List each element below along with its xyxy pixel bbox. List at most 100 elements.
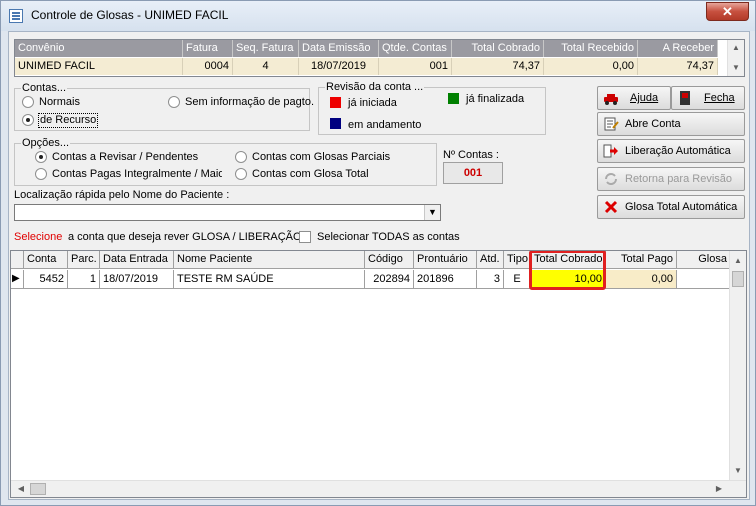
grid-cell-conta[interactable]: 5452 <box>24 270 68 289</box>
cell-total-recebido[interactable]: 0,00 <box>544 58 638 75</box>
label-de-recurso[interactable]: de Recurso <box>38 113 99 128</box>
radio-sem-informacao[interactable] <box>168 96 180 108</box>
liberacao-automatica-button[interactable]: Liberação Automática <box>597 139 745 163</box>
cell-a-receber[interactable]: 74,37 <box>638 58 718 75</box>
opcoes-group-title: Opções... <box>21 137 71 149</box>
grid-scroll-down-icon[interactable]: ▼ <box>730 463 746 479</box>
select-all-checkbox[interactable] <box>299 231 311 243</box>
nconta-value: 001 <box>443 162 503 184</box>
legend-em-andamento: em andamento <box>348 119 422 131</box>
ajuda-button[interactable]: Ajuda <box>597 86 671 110</box>
grid-header-data-entrada[interactable]: Data Entrada <box>100 251 174 269</box>
cell-qtde-contas[interactable]: 001 <box>379 58 452 75</box>
radio-de-recurso[interactable] <box>22 114 34 126</box>
grid-cell-atd[interactable]: 3 <box>477 270 504 289</box>
legend-ja-finalizada: já finalizada <box>466 93 525 105</box>
liberacao-automatica-label: Liberação Automática <box>625 145 731 157</box>
nconta-label: Nº Contas : <box>443 149 499 161</box>
glosa-total-button[interactable]: Glosa Total Automática <box>597 195 745 219</box>
localizacao-combobox[interactable]: ▼ <box>14 204 441 221</box>
legend-red-swatch <box>330 97 341 108</box>
label-contas-revisar[interactable]: Contas a Revisar / Pendentes <box>52 151 198 164</box>
cell-seq-fatura[interactable]: 4 <box>233 58 299 75</box>
grid-header-nome-paciente[interactable]: Nome Paciente <box>174 251 365 269</box>
door-exit-icon <box>680 91 690 105</box>
radio-glosas-parciais[interactable] <box>235 151 247 163</box>
header-qtde-contas: Qtde. Contas <box>379 40 452 57</box>
grid-cell-prontuario[interactable]: 201896 <box>414 270 477 289</box>
grid-cell-data-entrada[interactable]: 18/07/2019 <box>100 270 174 289</box>
grid-header-prontuario[interactable]: Prontuário <box>414 251 477 269</box>
radio-normais[interactable] <box>22 96 34 108</box>
arrow-release-icon <box>603 144 618 158</box>
chevron-down-icon[interactable]: ▼ <box>424 205 440 220</box>
grid-cell-nome-paciente[interactable]: TESTE RM SAÚDE <box>174 270 365 289</box>
select-all-label[interactable]: Selecionar TODAS as contas <box>317 231 460 244</box>
grid-cell-glosa[interactable] <box>677 270 731 289</box>
legend-ja-iniciada: já iniciada <box>348 97 397 109</box>
refresh-icon <box>605 173 617 185</box>
fatura-summary-table: Convênio Fatura Seq. Fatura Data Emissão… <box>14 39 745 77</box>
grid-cell-tipo[interactable]: E <box>504 270 531 289</box>
radio-glosa-total[interactable] <box>235 168 247 180</box>
grid-cell-total-pago[interactable]: 0,00 <box>606 270 677 289</box>
cell-total-cobrado[interactable]: 74,37 <box>452 58 544 75</box>
title-bar[interactable]: Controle de Glosas - UNIMED FACIL ✕ <box>1 1 755 31</box>
instruction-text: a conta que deseja rever GLOSA / LIBERAÇ… <box>68 231 305 243</box>
grid-header-total-pago[interactable]: Total Pago <box>606 251 677 269</box>
header-seq-fatura: Seq. Fatura <box>233 40 299 57</box>
legend-blue-swatch <box>330 118 341 129</box>
header-convenio: Convênio <box>15 40 183 57</box>
label-normais[interactable]: Normais <box>39 96 80 109</box>
selecione-label: Selecione <box>14 231 63 243</box>
car-icon <box>604 94 618 105</box>
scroll-down-icon[interactable]: ▼ <box>728 60 744 76</box>
scroll-up-icon[interactable]: ▲ <box>728 40 744 56</box>
grid-horizontal-scrollbar[interactable]: ◀ ▶ <box>11 480 746 497</box>
grid-header-codigo[interactable]: Código <box>365 251 414 269</box>
grid-header-conta[interactable]: Conta <box>24 251 68 269</box>
abre-conta-label: Abre Conta <box>625 118 681 130</box>
contas-grid: Conta Parc. Data Entrada Nome Paciente C… <box>10 250 747 498</box>
window-title: Controle de Glosas - UNIMED FACIL <box>31 8 229 22</box>
label-glosa-total[interactable]: Contas com Glosa Total <box>252 168 369 181</box>
grid-vertical-scrollbar[interactable]: ▲ ▼ <box>729 251 746 480</box>
radio-contas-revisar[interactable] <box>35 151 47 163</box>
radio-pagas-integralmente[interactable] <box>35 168 47 180</box>
contas-group-title: Contas... <box>21 82 68 94</box>
cell-convenio[interactable]: UNIMED FACIL <box>15 58 183 75</box>
grid-header-glosa[interactable]: Glosa <box>677 251 731 269</box>
abre-conta-button[interactable]: Abre Conta <box>597 112 745 136</box>
row-indicator-icon[interactable]: ▶ <box>11 270 24 289</box>
retorna-revisao-button[interactable]: Retorna para Revisão <box>597 167 745 191</box>
label-glosas-parciais[interactable]: Contas com Glosas Parciais <box>252 151 390 164</box>
header-data-emissao: Data Emissão <box>299 40 379 57</box>
glosa-total-label: Glosa Total Automática <box>625 201 738 213</box>
grid-scroll-right-icon[interactable]: ▶ <box>711 481 727 497</box>
label-pagas-integralmente[interactable]: Contas Pagas Integralmente / Maior <box>52 168 222 181</box>
cell-fatura[interactable]: 0004 <box>183 58 233 75</box>
summary-scrollbar[interactable]: ▲ ▼ <box>727 40 744 76</box>
grid-scroll-up-icon[interactable]: ▲ <box>730 253 746 269</box>
grid-scroll-thumb[interactable] <box>732 271 744 287</box>
label-sem-informacao[interactable]: Sem informação de pagto. <box>185 96 314 109</box>
legend-green-swatch <box>448 93 459 104</box>
header-a-receber: A Receber <box>638 40 718 57</box>
header-fatura: Fatura <box>183 40 233 57</box>
header-total-cobrado: Total Cobrado <box>452 40 544 57</box>
grid-header-tipo[interactable]: Tipo <box>504 251 531 269</box>
fecha-button[interactable]: Fecha <box>671 86 745 110</box>
grid-header-parc[interactable]: Parc. <box>68 251 100 269</box>
grid-scroll-left-icon[interactable]: ◀ <box>13 481 29 497</box>
localizacao-label: Localização rápida pelo Nome do Paciente… <box>14 189 230 201</box>
retorna-revisao-label: Retorna para Revisão <box>625 173 733 185</box>
grid-cell-parc[interactable]: 1 <box>68 270 100 289</box>
revisao-group-title: Revisão da conta ... <box>325 81 425 93</box>
grid-hscroll-thumb[interactable] <box>30 483 46 495</box>
cell-data-emissao[interactable]: 18/07/2019 <box>299 58 379 75</box>
close-button[interactable]: ✕ <box>706 2 749 21</box>
main-window: Controle de Glosas - UNIMED FACIL ✕ Conv… <box>0 0 756 506</box>
grid-indicator-header <box>11 251 24 269</box>
grid-cell-codigo[interactable]: 202894 <box>365 270 414 289</box>
grid-header-atd[interactable]: Atd. <box>477 251 504 269</box>
